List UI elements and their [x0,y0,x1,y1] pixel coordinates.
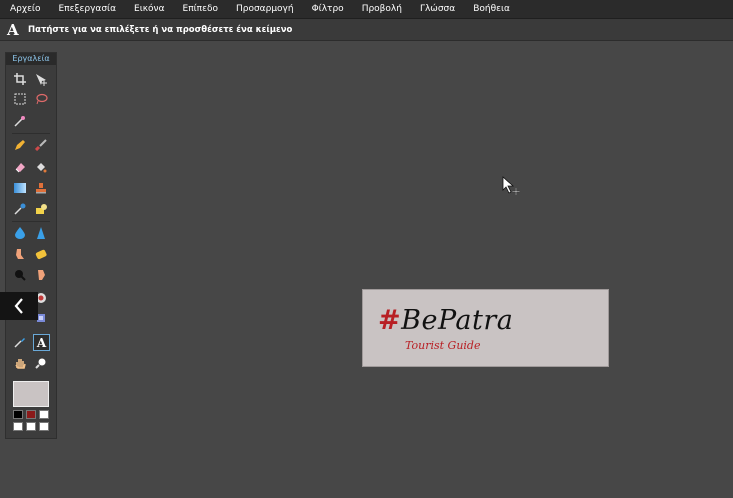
move-tool-icon[interactable] [33,71,49,87]
zoom-tool-icon[interactable] [33,355,49,371]
eraser-tool-icon[interactable] [12,159,28,175]
tools-separator [12,221,50,222]
tool-options-bar: A Πατήστε για να επιλέξετε ή να προσθέσε… [0,19,733,41]
clone-stamp-icon[interactable] [33,180,49,196]
magic-wand-icon[interactable] [12,113,28,129]
canvas-image[interactable]: #BePatra Tourist Guide [362,289,609,367]
drawing-tool-icon[interactable] [33,201,49,217]
text-tool[interactable]: A [33,334,50,351]
paint-bucket-icon[interactable] [33,159,49,175]
text-tool-glyph: A [36,335,47,350]
brush-tool-icon[interactable] [33,137,49,153]
collapse-panel-button[interactable] [0,292,38,320]
mouse-cursor-icon [502,176,522,200]
palette-swatch-white[interactable] [13,422,23,431]
palette-swatch-black[interactable] [13,410,23,419]
smudge-tool-icon[interactable] [12,246,28,262]
tools-separator [12,133,50,134]
foreground-color-swatch[interactable] [13,381,49,407]
text-tool-icon: A [7,20,19,39]
menu-filter[interactable]: Φίλτρο [303,0,353,18]
gradient-tool-icon[interactable] [12,180,28,196]
menu-file[interactable]: Αρχείο [0,0,50,18]
color-replace-icon[interactable] [12,201,28,217]
logo-subtitle: Tourist Guide [405,339,481,352]
chevron-left-icon [14,298,23,314]
color-picker-icon[interactable] [12,334,28,350]
palette-swatch-white[interactable] [39,410,49,419]
palette-swatch-white[interactable] [39,422,49,431]
logo-hash: # [378,305,402,336]
tools-panel: Εργαλεία A [5,52,57,439]
menu-language[interactable]: Γλώσσα [411,0,464,18]
sponge-tool-icon[interactable] [33,246,49,262]
dodge-tool-icon[interactable] [12,267,28,283]
sharpen-tool-icon[interactable] [33,225,49,241]
logo-title-text: BePatra [401,305,514,336]
hand-tool-icon[interactable] [12,355,28,371]
pencil-tool-icon[interactable] [12,137,28,153]
blur-tool-icon[interactable] [12,225,28,241]
menu-edit[interactable]: Επεξεργασία [50,0,126,18]
menu-help[interactable]: Βοήθεια [464,0,519,18]
menu-view[interactable]: Προβολή [353,0,411,18]
menu-layer[interactable]: Επίπεδο [174,0,227,18]
lasso-tool-icon[interactable] [33,91,49,107]
logo-title: #BePatra [378,305,513,336]
crop-tool-icon[interactable] [12,71,28,87]
menu-image[interactable]: Εικόνα [125,0,174,18]
marquee-tool-icon[interactable] [12,91,28,107]
palette-swatch-white[interactable] [26,422,36,431]
menu-adjust[interactable]: Προσαρμογή [227,0,303,18]
palette-swatch-red[interactable] [26,410,36,419]
tools-panel-title: Εργαλεία [6,53,56,65]
menu-bar: Αρχείο Επεξεργασία Εικόνα Επίπεδο Προσαρ… [0,0,733,19]
tool-hint: Πατήστε για να επιλέξετε ή να προσθέσετε… [28,24,293,35]
burn-tool-icon[interactable] [33,267,49,283]
